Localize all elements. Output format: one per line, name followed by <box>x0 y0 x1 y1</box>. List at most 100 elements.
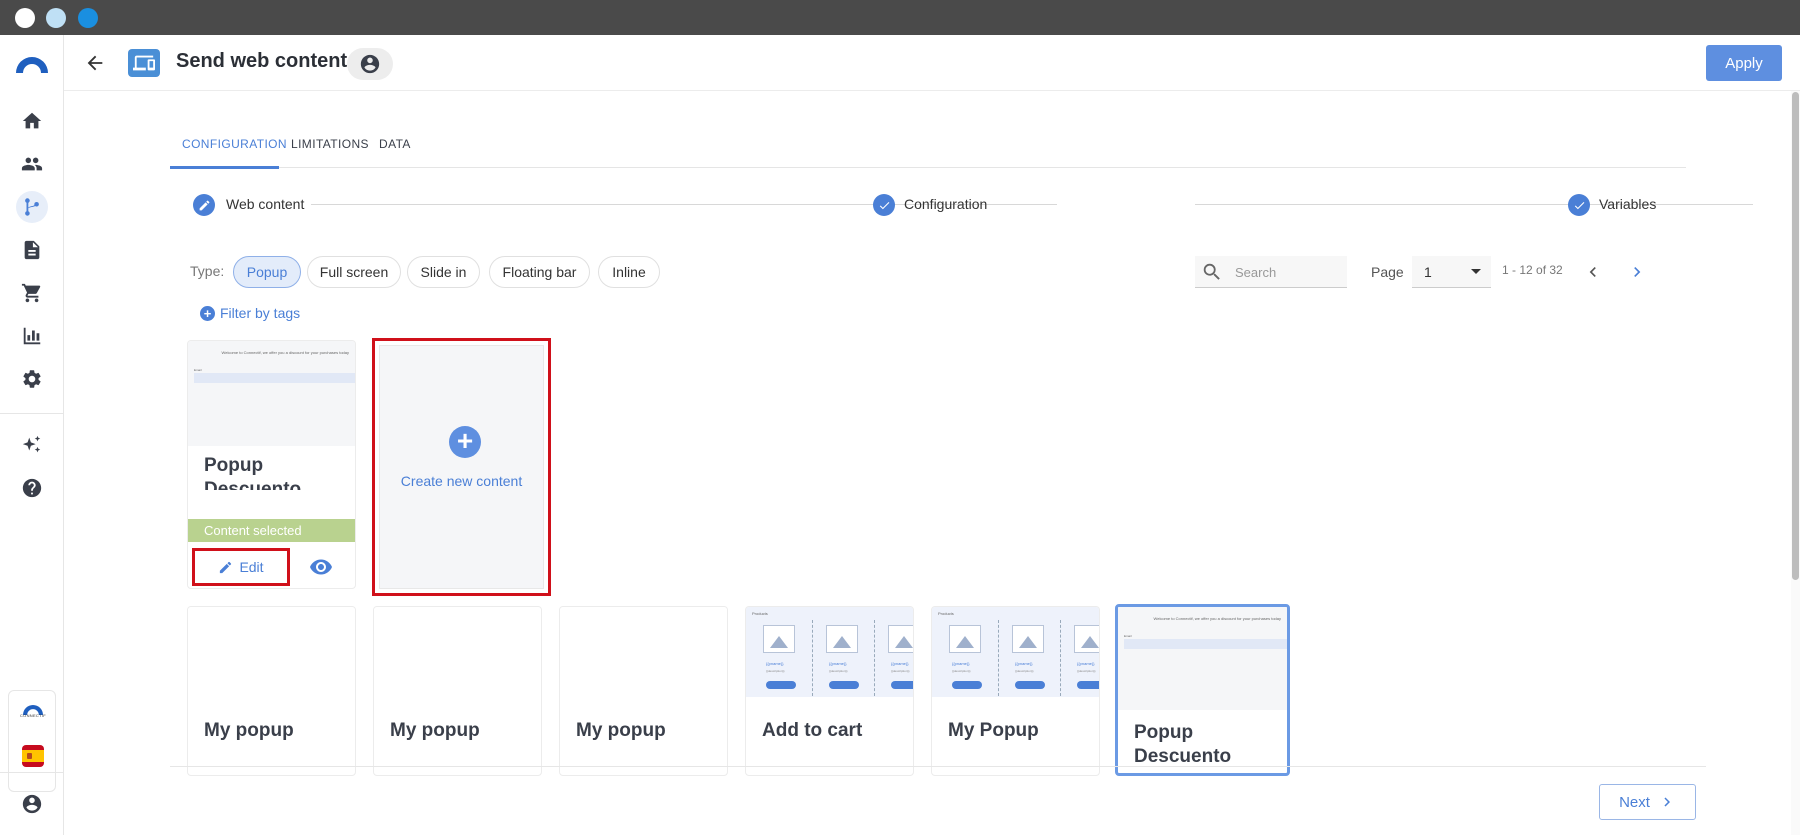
active-tab-indicator <box>170 166 279 169</box>
home-icon[interactable] <box>16 105 48 137</box>
spain-flag-icon[interactable] <box>22 745 44 767</box>
type-chip-popup[interactable]: Popup <box>233 256 301 288</box>
image-placeholder-icon <box>826 625 858 653</box>
card-title: My popup <box>576 720 666 741</box>
create-new-content-card[interactable]: + Create new content <box>372 338 551 596</box>
window-maximize-dot[interactable] <box>78 8 98 28</box>
content-card[interactable]: My popup <box>373 606 542 776</box>
chevron-right-icon <box>1664 797 1670 807</box>
window-minimize-dot[interactable] <box>46 8 66 28</box>
next-label: Next <box>1619 793 1650 811</box>
card-title: My popup <box>204 720 294 741</box>
account-icon[interactable] <box>16 788 48 820</box>
create-new-content-label: Create new content <box>400 473 523 489</box>
user-button[interactable] <box>347 48 393 80</box>
sidebar-divider <box>0 413 64 414</box>
content-card[interactable]: Products {{pname}} {{description}} {{pna… <box>745 606 914 776</box>
step-3-check-icon[interactable] <box>1568 194 1590 216</box>
step-connector <box>1195 204 1753 205</box>
product-tile: {{pname}} {{description}} <box>812 620 870 696</box>
page-select[interactable]: 1 <box>1412 256 1491 288</box>
step-progress: Web content Configuration Variables <box>193 191 1753 219</box>
product-name: {{pname}} <box>891 661 909 666</box>
flow-icon[interactable] <box>16 191 48 223</box>
product-name: {{pname}} <box>766 661 784 666</box>
step-label-variables: Variables <box>1599 196 1657 212</box>
thumbnail-products-label: Products <box>938 611 954 616</box>
search-input[interactable] <box>1235 262 1340 282</box>
sparkle-icon[interactable] <box>16 429 48 461</box>
next-page-button[interactable] <box>1624 259 1650 285</box>
window-close-dot[interactable] <box>15 8 35 28</box>
gear-icon[interactable] <box>16 363 48 395</box>
add-circle-icon: + <box>200 305 215 321</box>
dropdown-caret-icon <box>1471 269 1481 274</box>
content-card[interactable]: Products {{pname}} {{description}} {{pna… <box>931 606 1100 776</box>
web-content-icon <box>128 49 160 77</box>
chart-icon[interactable] <box>16 320 48 352</box>
apply-button[interactable]: Apply <box>1706 45 1782 81</box>
step-label-configuration: Configuration <box>904 196 988 212</box>
thumbnail-text: Welcome to Connectif, we offer you a dis… <box>221 350 349 355</box>
window-titlebar <box>0 0 1800 35</box>
product-tile: {{pname}} {{description}} <box>874 620 913 696</box>
image-placeholder-icon <box>1074 625 1099 653</box>
content-card[interactable]: My popup <box>187 606 356 776</box>
card-thumbnail <box>560 607 727 697</box>
image-placeholder-icon <box>888 625 913 653</box>
sidebar-divider-bottom <box>0 772 64 773</box>
product-tile: {{pname}} {{description}} <box>750 620 808 696</box>
left-sidebar: CONNECTIF <box>0 35 64 835</box>
brand-panel: CONNECTIF <box>8 690 56 792</box>
step-1-pencil-icon[interactable] <box>193 194 215 216</box>
user-icon <box>360 54 380 74</box>
card-title: Popup Descuento <box>1134 722 1232 767</box>
thumbnail-input <box>194 373 355 383</box>
tab-data[interactable]: DATA <box>379 137 411 151</box>
prev-page-button[interactable] <box>1580 259 1606 285</box>
content-card-selected[interactable]: Welcome to Connectif, we offer you a dis… <box>187 340 356 589</box>
product-description: {{description}} <box>952 669 971 673</box>
next-button[interactable]: Next <box>1599 784 1696 820</box>
product-description: {{description}} <box>891 669 910 673</box>
page-label: Page <box>1371 264 1404 280</box>
page-select-value: 1 <box>1424 264 1432 280</box>
type-chip-inline[interactable]: Inline <box>598 256 660 288</box>
chevron-right-icon <box>1634 267 1641 277</box>
content-card[interactable]: My popup <box>559 606 728 776</box>
back-button[interactable] <box>82 50 108 76</box>
card-thumbnail: Products {{pname}} {{description}} {{pna… <box>932 607 1099 697</box>
pagination-range: 1 - 12 of 32 <box>1502 263 1563 277</box>
card-title: Popup Descuento <box>204 455 302 490</box>
image-placeholder-icon <box>1012 625 1044 653</box>
page-title: Send web content <box>176 50 348 72</box>
product-tile: {{pname}} {{description}} <box>1060 620 1099 696</box>
footer-divider <box>170 766 1706 767</box>
document-icon[interactable] <box>16 234 48 266</box>
image-placeholder-icon <box>949 625 981 653</box>
tab-limitations[interactable]: LIMITATIONS <box>291 137 369 151</box>
scrollbar-thumb[interactable] <box>1792 92 1799 580</box>
people-icon[interactable] <box>16 148 48 180</box>
cart-icon[interactable] <box>16 277 48 309</box>
step-2-check-icon[interactable] <box>873 194 895 216</box>
edit-button[interactable]: Edit <box>192 548 290 586</box>
image-placeholder-icon <box>763 625 795 653</box>
create-card-inner: + Create new content <box>379 345 544 589</box>
type-chip-full-screen[interactable]: Full screen <box>307 256 401 288</box>
arrow-back-icon <box>87 55 103 71</box>
app-logo-icon[interactable] <box>14 53 50 75</box>
type-chip-slide-in[interactable]: Slide in <box>407 256 480 288</box>
card-title: My Popup <box>948 720 1039 741</box>
type-chip-floating-bar[interactable]: Floating bar <box>489 256 590 288</box>
content-card-highlighted[interactable]: Welcome to Connectif, we offer you a dis… <box>1115 604 1290 776</box>
step-label-web-content: Web content <box>226 196 305 212</box>
tab-configuration[interactable]: CONFIGURATION <box>182 137 287 151</box>
help-icon[interactable] <box>16 472 48 504</box>
search-field[interactable] <box>1195 256 1347 288</box>
filter-by-tags-link[interactable]: + Filter by tags <box>200 305 300 321</box>
plus-circle-icon: + <box>449 426 481 458</box>
preview-button[interactable] <box>308 555 334 579</box>
thumbnail-field-label: Email <box>1124 634 1132 638</box>
product-description: {{description}} <box>829 669 848 673</box>
